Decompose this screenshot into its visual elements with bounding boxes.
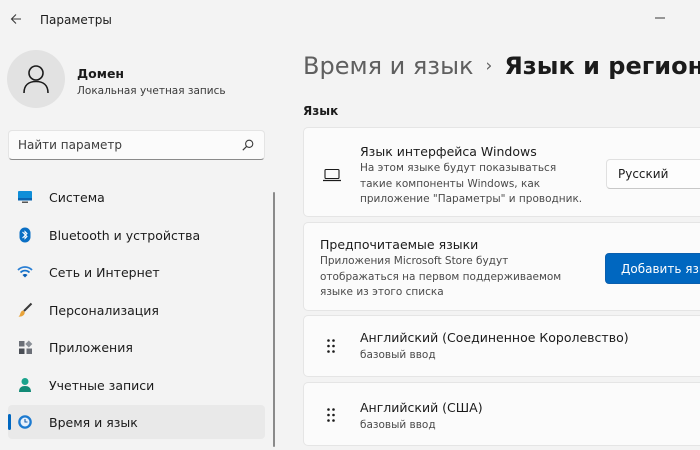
preferred-languages-card: Предпочитаемые языки Приложения Microsof… — [303, 222, 700, 311]
title-bar: Параметры — [0, 0, 700, 40]
account-type: Локальная учетная запись — [77, 85, 226, 97]
breadcrumb-parent[interactable]: Время и язык — [303, 52, 474, 80]
search-icon[interactable] — [241, 138, 255, 152]
sidebar-nav: Система Bluetooth и устройства Сеть и Ин… — [8, 180, 265, 443]
avatar[interactable] — [7, 50, 65, 108]
display-language-value: Русский — [618, 167, 669, 181]
laptop-icon — [323, 168, 341, 182]
accounts-icon — [17, 377, 33, 393]
language-name: Английский (Соединенное Королевство) — [360, 330, 629, 345]
breadcrumb: Время и язык › Язык и регион — [303, 52, 700, 80]
system-icon — [17, 189, 33, 205]
sidebar-item-label: Bluetooth и устройства — [49, 227, 201, 243]
section-title: Язык — [303, 104, 339, 118]
preferred-languages-title: Предпочитаемые языки — [320, 237, 479, 252]
sidebar-item-system[interactable]: Система — [8, 180, 265, 214]
display-language-title: Язык интерфейса Windows — [360, 144, 537, 159]
drag-handle-icon[interactable] — [326, 407, 336, 423]
app-title: Параметры — [40, 13, 112, 27]
language-features: базовый ввод — [360, 419, 436, 431]
back-button[interactable] — [6, 9, 26, 29]
minimize-icon — [655, 17, 665, 19]
display-language-description: На этом языке будут показываться такие к… — [360, 162, 583, 205]
wifi-icon — [17, 264, 33, 280]
sidebar-item-label: Время и язык — [49, 415, 138, 430]
language-item[interactable]: Английский (Соединенное Королевство) баз… — [303, 315, 700, 377]
display-language-card: Язык интерфейса Windows На этом языке бу… — [303, 127, 700, 217]
minimize-button[interactable] — [652, 8, 668, 19]
display-language-select[interactable]: Русский — [606, 159, 700, 189]
drag-handle-icon[interactable] — [326, 338, 336, 354]
apps-icon — [17, 339, 33, 355]
page-title: Язык и регион — [504, 52, 700, 80]
preferred-languages-description: Приложения Microsoft Store будут отображ… — [320, 255, 562, 298]
sidebar-item-label: Система — [49, 190, 105, 205]
sidebar-item-network[interactable]: Сеть и Интернет — [8, 255, 265, 289]
sidebar-item-label: Сеть и Интернет — [49, 265, 160, 280]
sidebar-item-accounts[interactable]: Учетные записи — [8, 368, 265, 402]
brush-icon — [17, 302, 33, 318]
arrow-left-icon — [10, 14, 21, 24]
sidebar-item-time-language[interactable]: Время и язык — [8, 405, 265, 439]
sidebar-item-label: Персонализация — [49, 302, 159, 318]
sidebar-item-label: Приложения — [49, 340, 133, 355]
breadcrumb-separator: › — [485, 56, 493, 76]
search-box[interactable] — [8, 130, 265, 160]
account-name: Домен — [77, 66, 125, 81]
user-icon — [23, 65, 49, 94]
sidebar-item-bluetooth[interactable]: Bluetooth и устройства — [8, 218, 265, 252]
language-name: Английский (США) — [360, 400, 483, 415]
time-language-icon — [17, 414, 33, 430]
language-features: базовый ввод — [360, 349, 436, 361]
add-language-button[interactable]: Добавить язык — [605, 253, 700, 284]
language-item[interactable]: Английский (США) базовый ввод — [303, 382, 700, 446]
sidebar-item-apps[interactable]: Приложения — [8, 330, 265, 364]
search-input[interactable] — [18, 131, 228, 159]
sidebar-scrollbar[interactable] — [273, 192, 275, 447]
bluetooth-icon — [17, 227, 33, 243]
sidebar-item-personalization[interactable]: Персонализация — [8, 293, 265, 327]
sidebar-item-label: Учетные записи — [49, 377, 155, 393]
